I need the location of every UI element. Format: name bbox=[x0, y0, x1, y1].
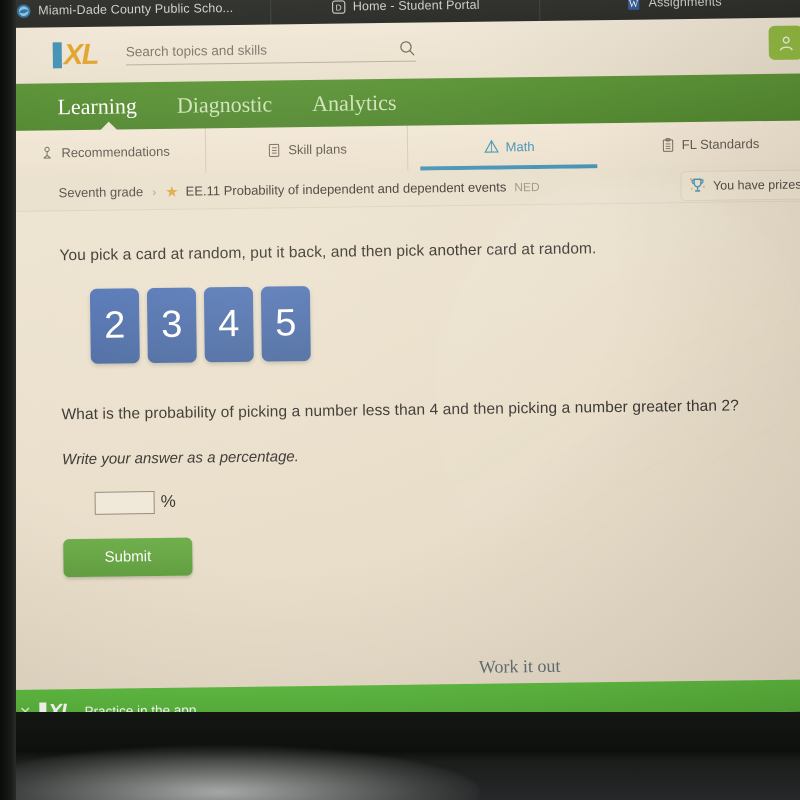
question-note: Write your answer as a percentage. bbox=[61, 448, 299, 469]
question-intro: You pick a card at random, put it back, … bbox=[59, 240, 597, 265]
browser-tab-label: Assignments bbox=[648, 0, 722, 10]
browser-tab-label: Miami-Dade County Public Scho... bbox=[38, 0, 234, 18]
browser-tab-label: Home - Student Portal bbox=[352, 0, 480, 14]
search-input[interactable]: Search topics and skills bbox=[125, 39, 416, 66]
work-it-out-link[interactable]: Work it out bbox=[479, 656, 561, 678]
question-prompt: What is the probability of picking a num… bbox=[61, 397, 740, 424]
nav-item-learning[interactable]: Learning bbox=[57, 93, 137, 120]
card-group: 2 3 4 5 bbox=[89, 281, 759, 365]
ixl-header: XL Search topics and skills bbox=[2, 17, 800, 84]
question-area: You pick a card at random, put it back, … bbox=[4, 201, 800, 690]
browser-tab-0[interactable]: Miami-Dade County Public Scho... bbox=[2, 0, 272, 28]
number-card: 5 bbox=[260, 286, 311, 363]
search-icon[interactable] bbox=[399, 40, 416, 57]
browser-tab-2[interactable]: W Assignments bbox=[540, 0, 800, 21]
skill-plans-icon bbox=[269, 143, 280, 157]
letter-d-favicon: D bbox=[331, 0, 345, 14]
star-icon[interactable]: ★ bbox=[165, 182, 179, 200]
tab-label: Skill plans bbox=[288, 141, 347, 158]
number-card: 4 bbox=[203, 287, 254, 363]
recommendations-icon bbox=[43, 146, 52, 159]
nav-item-analytics[interactable]: Analytics bbox=[312, 89, 397, 116]
ixl-logo-xl: XL bbox=[63, 38, 99, 72]
user-account-icon bbox=[779, 36, 793, 51]
keyboard-reflection bbox=[0, 746, 480, 800]
trophy-icon bbox=[689, 178, 705, 192]
breadcrumb-badge: NED bbox=[514, 179, 540, 194]
ixl-logo[interactable]: XL bbox=[52, 38, 99, 72]
submit-button[interactable]: Submit bbox=[63, 537, 193, 578]
tab-label: Recommendations bbox=[61, 143, 170, 161]
nav-active-indicator bbox=[99, 121, 118, 131]
breadcrumb-skill: EE.11 Probability of independent and dep… bbox=[185, 179, 507, 199]
laptop-bezel-bottom bbox=[0, 712, 800, 800]
svg-text:W: W bbox=[629, 0, 639, 10]
tab-label: FL Standards bbox=[681, 136, 760, 153]
tab-recommendations[interactable]: Recommendations bbox=[3, 128, 207, 176]
answer-input[interactable] bbox=[94, 490, 155, 515]
globe-favicon bbox=[16, 3, 31, 18]
prizes-label: You have prizes bbox=[712, 177, 800, 193]
breadcrumb-grade[interactable]: Seventh grade bbox=[59, 184, 144, 200]
tab-label: Math bbox=[505, 139, 535, 155]
svg-text:D: D bbox=[335, 2, 341, 12]
answer-row: % bbox=[63, 483, 761, 515]
tab-math[interactable]: Math bbox=[408, 123, 610, 171]
tab-fl-standards[interactable]: FL Standards bbox=[609, 120, 800, 168]
laptop-bezel-left bbox=[0, 0, 16, 800]
browser-window: Miami-Dade County Public Scho... D Home … bbox=[2, 0, 800, 722]
tab-skill-plans[interactable]: Skill plans bbox=[205, 125, 409, 174]
prizes-button[interactable]: You have prizes bbox=[679, 169, 800, 202]
clipboard-icon bbox=[662, 137, 673, 152]
ixl-logo-i bbox=[52, 42, 62, 69]
word-w-favicon: W bbox=[628, 0, 640, 10]
number-card: 3 bbox=[146, 287, 197, 364]
browser-tab-1[interactable]: D Home - Student Portal bbox=[270, 0, 541, 25]
breadcrumb-separator: › bbox=[152, 184, 157, 199]
laptop-screen-photo: Miami-Dade County Public Scho... D Home … bbox=[0, 0, 800, 800]
search-placeholder: Search topics and skills bbox=[125, 42, 267, 60]
math-prism-icon bbox=[483, 139, 499, 153]
account-button[interactable] bbox=[768, 25, 800, 60]
nav-item-diagnostic[interactable]: Diagnostic bbox=[177, 91, 273, 118]
number-card: 2 bbox=[89, 288, 140, 365]
percent-label: % bbox=[160, 492, 176, 512]
